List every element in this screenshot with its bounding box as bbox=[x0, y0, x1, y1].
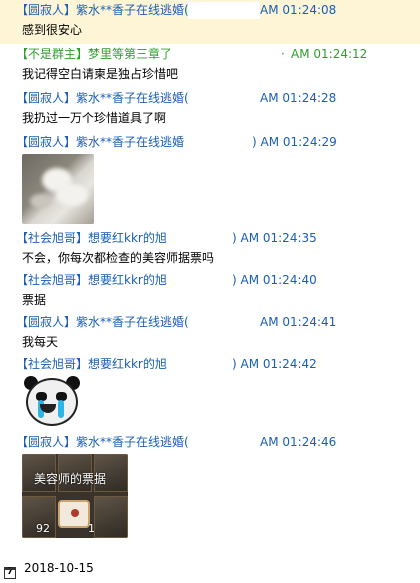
message-time: ) AM 01:24:35 bbox=[232, 231, 317, 245]
sender-name[interactable]: 【社会旭哥】想要红kkr的旭 bbox=[16, 270, 167, 290]
message-header: 【社会旭哥】想要红kkr的旭 ) AM 01:24:42 bbox=[0, 354, 420, 374]
crying-panda-sticker[interactable] bbox=[22, 376, 82, 428]
sender-name[interactable]: 【圆寂人】紫水**香子在线逃婚( bbox=[16, 312, 189, 332]
message-time-prefix: · bbox=[281, 47, 285, 61]
message-time: ) AM 01:24:42 bbox=[232, 357, 317, 371]
redacted-block bbox=[170, 46, 280, 63]
sender-name[interactable]: 【社会旭哥】想要红kkr的旭 bbox=[16, 354, 167, 374]
envelope-icon bbox=[58, 500, 90, 528]
message-time: AM 01:24:08 bbox=[260, 3, 337, 17]
chat-message: 【不是群主】梦里等第三章了 · AM 01:24:12 我记得空白请柬是独占珍惜… bbox=[0, 44, 420, 88]
message-text: 我扔过一万个珍惜道具了啊 bbox=[22, 111, 167, 125]
message-text: 票据 bbox=[22, 293, 47, 307]
chat-message: 【社会旭哥】想要红kkr的旭 ) AM 01:24:42 bbox=[0, 354, 420, 432]
message-text: 我记得空白请柬是独占珍惜吧 bbox=[22, 67, 179, 81]
sender-name[interactable]: 【社会旭哥】想要红kkr的旭 bbox=[16, 228, 167, 248]
chat-message: 【圆寂人】紫水**香子在线逃婚( AM 01:24:28 我扔过一万个珍惜道具了… bbox=[0, 88, 420, 132]
chat-message: 【圆寂人】紫水**香子在线逃婚( AM 01:24:08 感到很安心 bbox=[0, 0, 420, 44]
message-header: 【社会旭哥】想要红kkr的旭 ) AM 01:24:35 bbox=[0, 228, 420, 248]
message-text: 我每天 bbox=[22, 335, 59, 349]
sender-name[interactable]: 【不是群主】梦里等第三章了 bbox=[16, 44, 172, 64]
item-count: 1 bbox=[88, 522, 95, 535]
chat-message: 【社会旭哥】想要红kkr的旭 ) AM 01:24:40 票据 bbox=[0, 270, 420, 312]
date-label: 2018-10-15 bbox=[24, 561, 94, 575]
calendar-icon: 7 bbox=[4, 567, 16, 579]
message-header: 【圆寂人】紫水**香子在线逃婚( AM 01:24:41 bbox=[0, 312, 420, 332]
message-time: AM 01:24:46 bbox=[260, 435, 337, 449]
sender-name[interactable]: 【圆寂人】紫水**香子在线逃婚( bbox=[16, 0, 189, 20]
sender-name[interactable]: 【圆寂人】紫水**香子在线逃婚 bbox=[16, 132, 184, 152]
message-time: ) AM 01:24:29 bbox=[252, 135, 337, 149]
sender-name[interactable]: 【圆寂人】紫水**香子在线逃婚( bbox=[16, 88, 189, 108]
sender-name[interactable]: 【圆寂人】紫水**香子在线逃婚( bbox=[16, 432, 189, 452]
inventory-screenshot-image[interactable]: 美容师的票据 92 1 bbox=[22, 454, 128, 538]
item-count: 92 bbox=[36, 522, 50, 535]
message-time: AM 01:24:12 bbox=[291, 47, 368, 61]
chat-message: 【圆寂人】紫水**香子在线逃婚 ) AM 01:24:29 bbox=[0, 132, 420, 228]
message-text: 不会，你每次都检查的美容师据票吗 bbox=[22, 251, 215, 265]
chat-message: 【圆寂人】紫水**香子在线逃婚( AM 01:24:46 美容师的票据 92 1 bbox=[0, 432, 420, 542]
message-header: 【圆寂人】紫水**香子在线逃婚( AM 01:24:46 bbox=[0, 432, 420, 452]
message-header: 【不是群主】梦里等第三章了 · AM 01:24:12 bbox=[0, 44, 420, 64]
item-tooltip: 美容师的票据 bbox=[34, 472, 107, 486]
chat-message: 【社会旭哥】想要红kkr的旭 ) AM 01:24:35 不会，你每次都检查的美… bbox=[0, 228, 420, 270]
message-text: 感到很安心 bbox=[22, 23, 83, 37]
redacted-block bbox=[188, 2, 260, 19]
message-time: ) AM 01:24:40 bbox=[232, 273, 317, 287]
message-header: 【圆寂人】紫水**香子在线逃婚 ) AM 01:24:29 bbox=[0, 132, 420, 152]
date-footer: 7 2018-10-15 bbox=[4, 558, 94, 579]
message-time: AM 01:24:41 bbox=[260, 315, 337, 329]
chat-log: 【圆寂人】紫水**香子在线逃婚( AM 01:24:08 感到很安心 【不是群主… bbox=[0, 0, 420, 542]
message-header: 【圆寂人】紫水**香子在线逃婚( AM 01:24:28 bbox=[0, 88, 420, 108]
chat-message: 【圆寂人】紫水**香子在线逃婚( AM 01:24:41 我每天 bbox=[0, 312, 420, 354]
cat-photo-image[interactable] bbox=[22, 154, 94, 224]
message-header: 【社会旭哥】想要红kkr的旭 ) AM 01:24:40 bbox=[0, 270, 420, 290]
message-header: 【圆寂人】紫水**香子在线逃婚( AM 01:24:08 bbox=[0, 0, 420, 20]
message-time: AM 01:24:28 bbox=[260, 91, 337, 105]
